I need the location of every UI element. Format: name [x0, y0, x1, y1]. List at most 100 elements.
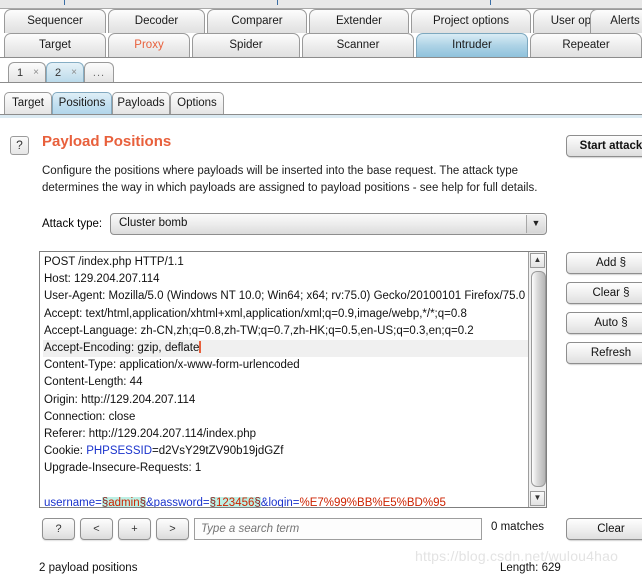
tab-payloads[interactable]: Payloads	[112, 92, 170, 114]
request-line-text: Accept-Language: zh-CN,zh;q=0.8,zh-TW;q=…	[44, 324, 474, 337]
attack-tab-label: ...	[92, 67, 106, 79]
suite-tab-extender[interactable]: Extender	[309, 9, 409, 33]
chevron-down-icon[interactable]: ▼	[526, 215, 545, 233]
attack-type-select[interactable]: Cluster bomb ▼	[110, 213, 547, 235]
match-count: 0 matches	[491, 521, 545, 533]
payload-positions-count: 2 payload positions	[39, 562, 138, 574]
suite-tab-alerts[interactable]: Alerts	[590, 9, 642, 33]
suite-tab-scanner[interactable]: Scanner	[302, 33, 414, 57]
request-text[interactable]: POST /index.php HTTP/1.1 Host: 129.204.20…	[40, 252, 532, 508]
attack-type-value: Cluster bomb	[119, 217, 188, 229]
cookie-value: d2VsY29tZV90b19jdGZf	[158, 445, 284, 458]
param-separator: &	[146, 496, 154, 508]
suite-tab-spider[interactable]: Spider	[192, 33, 300, 57]
request-line: Accept: text/html,application/xhtml+xml,…	[43, 306, 532, 323]
request-line: Accept-Language: zh-CN,zh;q=0.8,zh-TW;q=…	[43, 323, 532, 340]
request-line: Host: 129.204.207.114	[43, 271, 532, 288]
suite-tab-decoder[interactable]: Decoder	[108, 9, 205, 33]
suite-tab-project-options[interactable]: Project options	[411, 9, 531, 33]
search-add-button[interactable]: +	[118, 518, 151, 540]
request-line: Content-Length: 44	[43, 374, 532, 391]
request-line: Connection: close	[43, 409, 532, 426]
request-line-text: Accept-Encoding: gzip, deflate	[44, 341, 200, 354]
attack-type-label: Attack type:	[42, 218, 103, 230]
param-name-password: password	[153, 496, 203, 508]
close-icon[interactable]: ×	[71, 63, 77, 83]
request-line: Content-Type: application/x-www-form-url…	[43, 357, 532, 374]
param-name-username: username	[44, 496, 96, 508]
request-line-text: Content-Type: application/x-www-form-url…	[44, 359, 300, 372]
refresh-button[interactable]: Refresh	[566, 342, 642, 364]
scroll-down-icon[interactable]: ▼	[530, 491, 545, 506]
request-length: Length: 629	[500, 562, 561, 574]
payload-value-1: admin	[108, 496, 140, 508]
attack-tabs-baseline	[0, 82, 642, 83]
scrollbar-thumb[interactable]	[531, 271, 546, 487]
attack-tab-bar: 1 × 2 ×...	[0, 60, 642, 83]
suite-tab-comparer[interactable]: Comparer	[207, 9, 307, 33]
param-name-login: login	[268, 496, 293, 508]
request-line: Referer: http://129.204.207.114/index.ph…	[43, 426, 532, 443]
request-line-text: Content-Length: 44	[44, 376, 143, 389]
request-line: User-Agent: Mozilla/5.0 (Windows NT 10.0…	[43, 288, 532, 305]
request-line: POST /index.php HTTP/1.1	[43, 254, 532, 271]
suite-tab-repeater[interactable]: Repeater	[530, 33, 642, 57]
request-line-text: Origin: http://129.204.207.114	[44, 393, 196, 406]
add-button[interactable]: Add §	[566, 252, 642, 274]
cookie-prefix: Cookie:	[44, 445, 87, 458]
param-equals: =	[202, 496, 210, 508]
request-line-text: User-Agent: Mozilla/5.0 (Windows NT 10.0…	[44, 290, 526, 303]
tab-positions[interactable]: Positions	[52, 92, 112, 114]
scroll-up-icon[interactable]: ▲	[530, 253, 545, 268]
suite-tab-sequencer[interactable]: Sequencer	[4, 9, 106, 33]
attack-tab-1[interactable]: 1 ×	[8, 62, 46, 83]
search-next-button[interactable]: >	[156, 518, 189, 540]
request-line-text: Referer: http://129.204.207.114/index.ph…	[44, 427, 257, 440]
text-caret	[199, 340, 202, 353]
tab-target[interactable]: Target	[4, 92, 52, 114]
request-line-text: Connection: close	[44, 410, 136, 423]
suite-tab-row-secondary: Sequencer Decoder Comparer Extender Project …	[0, 9, 642, 34]
clear-button[interactable]: Clear §	[566, 282, 642, 304]
attack-tab-label: 2	[55, 67, 62, 79]
attack-tab-more[interactable]: ...	[84, 62, 114, 83]
cookie-name: PHPSESSID	[86, 445, 153, 458]
request-line-text: POST /index.php HTTP/1.1	[44, 256, 184, 268]
payload-value-2: 123456	[216, 496, 255, 508]
suite-tab-row-primary: Target Proxy Spider Scanner Intruder Repeater	[0, 33, 642, 58]
request-line: Origin: http://129.204.207.114	[43, 392, 532, 409]
search-prev-button[interactable]: <	[80, 518, 113, 540]
suite-tab-target[interactable]: Target	[4, 33, 106, 57]
editor-scrollbar[interactable]: ▲ ▼	[528, 252, 546, 507]
tab-options[interactable]: Options	[170, 92, 224, 114]
attack-tab-2[interactable]: 2 ×	[46, 62, 84, 83]
request-line-text: Upgrade-Insecure-Requests: 1	[44, 462, 202, 475]
help-icon[interactable]: ?	[10, 136, 29, 155]
param-equals: =	[292, 496, 300, 508]
positions-panel: ? Payload Positions Configure the positi…	[0, 118, 642, 577]
clear-button[interactable]: Clear	[566, 518, 642, 540]
attack-tab-label: 1	[17, 67, 24, 79]
panel-description: Configure the positions where payloads w…	[42, 165, 538, 194]
param-equals: =	[95, 496, 102, 508]
search-input[interactable]	[194, 518, 482, 540]
suite-tab-proxy[interactable]: Proxy	[108, 33, 190, 57]
request-blank-line	[43, 477, 532, 494]
request-line-text: Accept: text/html,application/xhtml+xml,…	[44, 307, 467, 320]
window-top-strip	[0, 0, 642, 9]
page-title: Payload Positions	[42, 133, 172, 150]
request-line: Accept-Encoding: gzip, deflate	[43, 339, 532, 358]
request-line: Upgrade-Insecure-Requests: 1	[43, 460, 532, 477]
request-editor[interactable]: POST /index.php HTTP/1.1 Host: 129.204.20…	[39, 251, 547, 508]
request-line-cookie: Cookie: PHPSESSID=d2VsY29tZV90b19jdGZf	[43, 443, 532, 460]
request-line-body: username=§admin§&password=§123456§&login…	[43, 495, 532, 508]
param-value-login: %E7%99%BB%E5%BD%95	[299, 496, 446, 508]
request-line-text: Host: 129.204.207.114	[44, 273, 160, 286]
auto-button[interactable]: Auto §	[566, 312, 642, 334]
cookie-equals: =	[152, 445, 159, 458]
suite-tab-intruder[interactable]: Intruder	[416, 33, 528, 57]
start-attack-button[interactable]: Start attack	[566, 135, 642, 157]
close-icon[interactable]: ×	[33, 63, 39, 83]
intruder-subtab-bar: Target Positions Payloads Options	[0, 92, 642, 115]
search-help-button[interactable]: ?	[42, 518, 75, 540]
